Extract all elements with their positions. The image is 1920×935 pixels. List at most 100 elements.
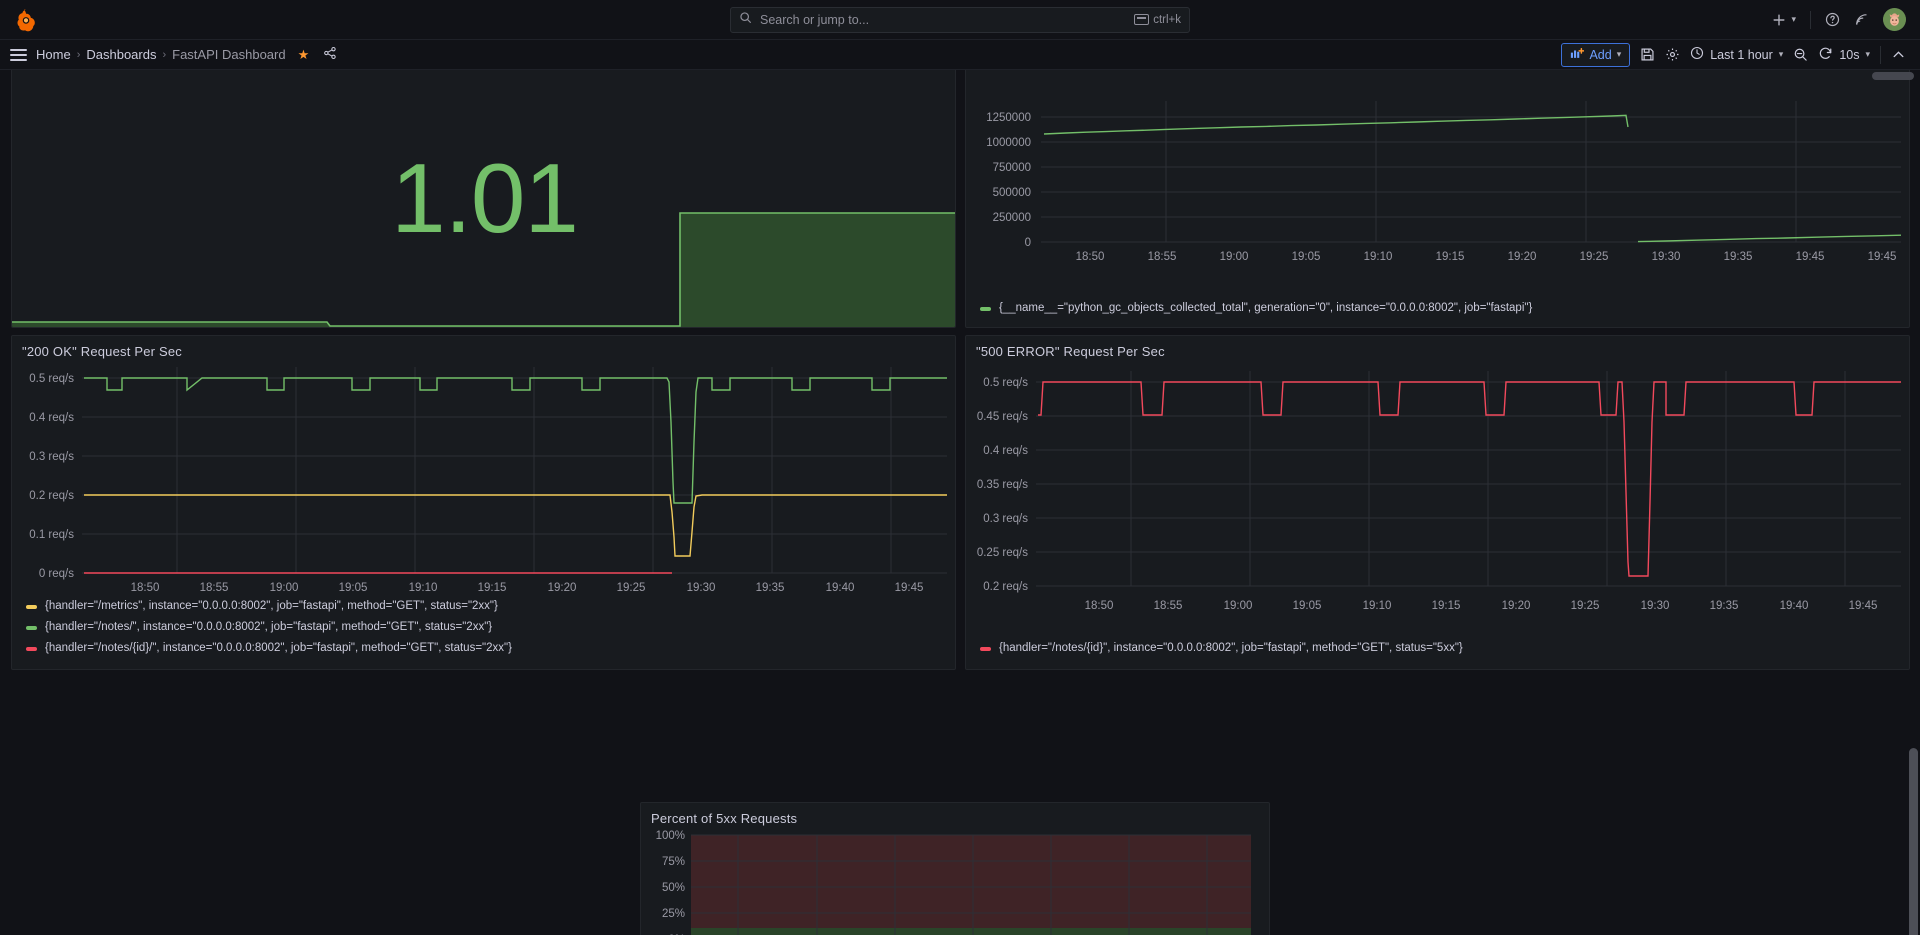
y-axis-labels: 0 req/s 0.1 req/s 0.2 req/s 0.3 req/s 0.…	[29, 373, 74, 580]
svg-text:18:50: 18:50	[131, 582, 160, 594]
gridlines-vertical	[176, 367, 892, 573]
breadcrumb-item-dashboards[interactable]: Dashboards	[86, 47, 156, 62]
svg-text:0.45 req/s: 0.45 req/s	[977, 411, 1028, 423]
chevron-up-icon[interactable]	[1891, 47, 1906, 62]
save-dashboard-button[interactable]	[1640, 47, 1655, 62]
x-axis-labels: 18:50 18:55 19:00 19:05 19:10 19:15 19:2…	[131, 582, 924, 594]
svg-text:19:10: 19:10	[1364, 251, 1393, 263]
dashboard-toolbar: Home › Dashboards › FastAPI Dashboard ★ …	[0, 40, 1920, 70]
dashboard-scrollbar-thumb[interactable]	[1909, 748, 1918, 935]
refresh-control[interactable]: 10s ▾	[1818, 46, 1870, 64]
series-line-notes	[84, 377, 947, 504]
add-panel-button[interactable]: Add ▾	[1561, 42, 1631, 67]
legend-item[interactable]: {handler="/notes/{id}", instance="0.0.0.…	[980, 638, 1463, 659]
create-new-button[interactable]: ▾	[1772, 13, 1796, 27]
svg-text:50%: 50%	[662, 882, 685, 894]
legend-swatch-icon	[980, 646, 991, 651]
svg-text:19:00: 19:00	[270, 582, 299, 594]
svg-text:19:15: 19:15	[478, 582, 507, 594]
svg-text:19:30: 19:30	[1652, 251, 1681, 263]
legend-item[interactable]: {__name__="python_gc_objects_collected_t…	[980, 298, 1532, 319]
svg-text:750000: 750000	[993, 162, 1031, 174]
panel-gc-objects: 0 250000 500000 750000 1000000 1250000 1…	[965, 70, 1910, 328]
hamburger-menu-icon[interactable]	[10, 48, 36, 61]
svg-text:18:50: 18:50	[1076, 251, 1105, 263]
legend-item[interactable]: {handler="/notes/", instance="0.0.0.0:80…	[26, 617, 512, 638]
gridlines-vertical	[1130, 371, 1846, 586]
topnav-divider	[1810, 10, 1811, 29]
user-avatar[interactable]	[1883, 8, 1906, 31]
x-axis-labels: 18:50 18:55 19:00 19:05 19:10 19:15 19:2…	[1085, 600, 1878, 612]
svg-text:19:10: 19:10	[409, 582, 438, 594]
grafana-logo-icon[interactable]	[0, 8, 52, 32]
svg-text:500000: 500000	[993, 187, 1031, 199]
breadcrumb: Home › Dashboards › FastAPI Dashboard ★	[36, 46, 337, 63]
panel-title-percent-5xx: Percent of 5xx Requests	[651, 811, 798, 826]
svg-text:0.1 req/s: 0.1 req/s	[29, 529, 74, 541]
y-axis-labels: 0.2 req/s 0.25 req/s 0.3 req/s 0.35 req/…	[977, 377, 1028, 593]
series-line-gc	[1043, 114, 1629, 135]
svg-text:19:35: 19:35	[1710, 600, 1739, 612]
scrollbar-thumb-top[interactable]	[1872, 72, 1914, 80]
gridlines-vertical	[1165, 101, 1797, 242]
svg-text:19:05: 19:05	[339, 582, 368, 594]
legend-item[interactable]: {handler="/notes/{id}/", instance="0.0.0…	[26, 638, 512, 659]
svg-text:250000: 250000	[993, 212, 1031, 224]
chevron-down-icon: ▾	[1865, 49, 1870, 59]
svg-text:19:25: 19:25	[1580, 251, 1609, 263]
legend-label: {handler="/notes/", instance="0.0.0.0:80…	[45, 621, 493, 633]
gridlines-horizontal	[1041, 116, 1901, 243]
svg-text:19:40: 19:40	[826, 582, 855, 594]
top-navigation-bar: Search or jump to... ctrl+k ▾	[0, 0, 1920, 40]
chevron-down-icon: ▾	[1778, 49, 1784, 59]
svg-text:19:10: 19:10	[1363, 600, 1392, 612]
svg-text:19:20: 19:20	[1508, 251, 1537, 263]
legend-item[interactable]: {handler="/metrics", instance="0.0.0.0:8…	[26, 596, 512, 617]
search-input[interactable]: Search or jump to... ctrl+k	[730, 6, 1190, 33]
threshold-band-ok	[691, 928, 1251, 935]
panel-200-ok: "200 OK" Request Per Sec 0 req/s 0.1 req…	[11, 335, 956, 670]
search-placeholder: Search or jump to...	[760, 12, 870, 27]
legend-label: {handler="/notes/{id}/", instance="0.0.0…	[45, 642, 512, 654]
svg-text:18:50: 18:50	[1085, 600, 1114, 612]
panel-stat: 1.01	[11, 70, 956, 328]
svg-text:18:55: 18:55	[1148, 251, 1177, 263]
zoom-out-time-button[interactable]	[1793, 47, 1808, 62]
svg-text:19:25: 19:25	[617, 582, 646, 594]
panel-500-error-graph: 0.2 req/s 0.25 req/s 0.3 req/s 0.35 req/…	[977, 371, 1901, 612]
time-range-picker[interactable]: Last 1 hour ▾	[1690, 46, 1783, 63]
share-nodes-icon[interactable]	[323, 46, 337, 63]
series-line-gc-reset	[1637, 234, 1902, 243]
svg-text:1250000: 1250000	[986, 112, 1031, 124]
panel-title-500-error: "500 ERROR" Request Per Sec	[976, 344, 1165, 359]
svg-text:0.5 req/s: 0.5 req/s	[983, 377, 1028, 389]
help-circle-icon[interactable]	[1825, 12, 1840, 27]
time-range-label: Last 1 hour	[1710, 47, 1773, 62]
panel-200-ok-graph: 0 req/s 0.1 req/s 0.2 req/s 0.3 req/s 0.…	[29, 367, 947, 594]
rss-news-icon[interactable]	[1854, 12, 1869, 27]
svg-text:0.5 req/s: 0.5 req/s	[29, 373, 74, 385]
svg-text:0.3 req/s: 0.3 req/s	[983, 513, 1028, 525]
breadcrumb-item-current: FastAPI Dashboard	[172, 47, 286, 62]
search-shortcut-hint: ctrl+k	[1134, 14, 1181, 26]
svg-text:0.2 req/s: 0.2 req/s	[29, 490, 74, 502]
search-shortcut-label: ctrl+k	[1153, 13, 1181, 26]
star-filled-icon[interactable]: ★	[298, 47, 310, 63]
clock-icon	[1690, 46, 1704, 63]
breadcrumb-item-home[interactable]: Home	[36, 47, 71, 62]
refresh-icon[interactable]	[1818, 46, 1833, 64]
toolbar-right-actions: Add ▾ Last 1 hour ▾ 10s ▾	[1561, 42, 1906, 67]
breadcrumb-separator: ›	[162, 48, 167, 61]
panel-500-error: "500 ERROR" Request Per Sec 0.2 req/s 0.…	[965, 335, 1910, 670]
legend-200-ok: {handler="/metrics", instance="0.0.0.0:8…	[12, 594, 512, 659]
dashboard-settings-button[interactable]	[1665, 47, 1680, 62]
svg-text:100%: 100%	[656, 830, 685, 842]
svg-text:18:55: 18:55	[200, 582, 229, 594]
threshold-band-critical	[691, 835, 1251, 928]
legend-swatch-icon	[26, 625, 37, 630]
series-line-500	[1038, 381, 1901, 577]
chevron-down-icon: ▾	[1616, 49, 1622, 59]
legend-swatch-icon	[26, 646, 37, 651]
svg-text:19:30: 19:30	[687, 582, 716, 594]
panel-percent-5xx: Percent of 5xx Requests 25% 50% 75% 100%	[640, 802, 1270, 935]
